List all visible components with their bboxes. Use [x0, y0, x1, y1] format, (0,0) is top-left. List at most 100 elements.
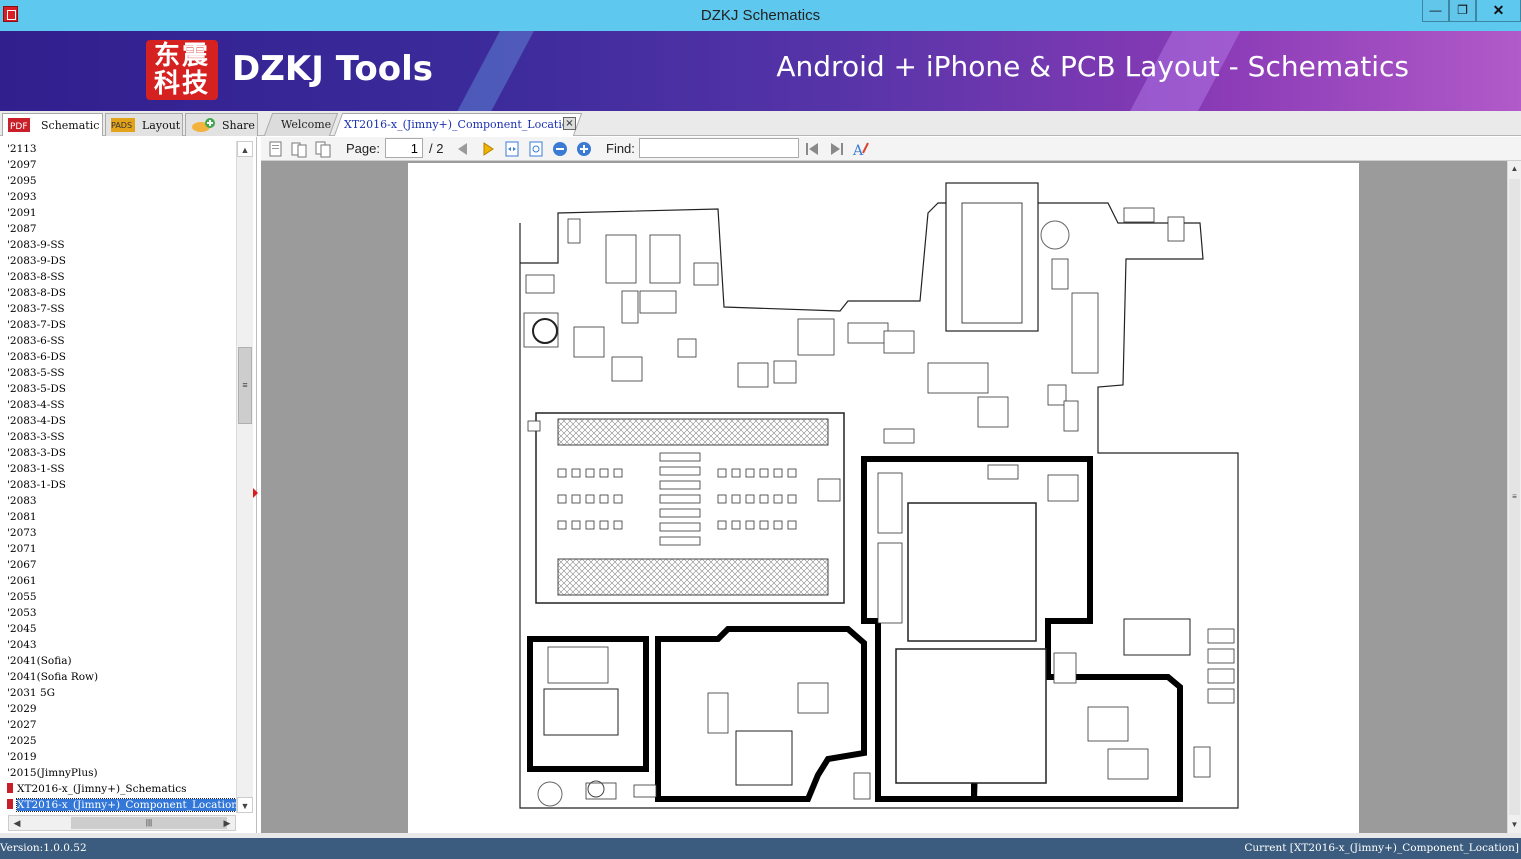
tab-schematic[interactable]: PDF Schematic — [2, 113, 103, 136]
file-list-item[interactable]: '2113 — [0, 141, 236, 157]
previous-page-icon[interactable] — [454, 140, 472, 158]
file-list-item[interactable]: '2083-9-SS — [0, 237, 236, 253]
file-list-item[interactable]: '2027 — [0, 717, 236, 733]
file-list-item[interactable]: '2083-4-SS — [0, 397, 236, 413]
two-page-icon[interactable] — [290, 140, 308, 158]
file-list-item-label: '2029 — [7, 703, 37, 715]
file-list-item[interactable]: '2025 — [0, 733, 236, 749]
zoom-in-icon[interactable] — [575, 140, 593, 158]
file-list-item[interactable]: '2087 — [0, 221, 236, 237]
file-list-item[interactable]: '2081 — [0, 509, 236, 525]
tab-schematic-label: Schematic — [41, 119, 100, 132]
file-list-item[interactable]: '2083-7-DS — [0, 317, 236, 333]
file-list-item[interactable]: '2097 — [0, 157, 236, 173]
document-viewer[interactable] — [261, 161, 1507, 833]
file-list-item[interactable]: '2041(Sofia Row) — [0, 669, 236, 685]
soc-chip — [907, 502, 1037, 642]
close-tab-icon[interactable]: × — [563, 117, 576, 130]
file-list-item-label: '2083-7-SS — [7, 303, 65, 315]
file-list-item[interactable]: '2083-4-DS — [0, 413, 236, 429]
file-list-item[interactable]: '2083-1-DS — [0, 477, 236, 493]
file-list-item-label: '2097 — [7, 159, 37, 171]
file-list-item-label: '2053 — [7, 607, 37, 619]
tab-welcome[interactable]: Welcome — [263, 113, 339, 136]
file-list-item[interactable]: '2083-9-DS — [0, 253, 236, 269]
file-list-item[interactable]: '2073 — [0, 525, 236, 541]
file-list-item-label: '2083-4-SS — [7, 399, 65, 411]
file-list-item[interactable]: '2093 — [0, 189, 236, 205]
fit-width-icon[interactable] — [503, 140, 521, 158]
scroll-right-icon[interactable]: ▶ — [219, 816, 235, 830]
find-next-icon[interactable] — [828, 140, 846, 158]
splitter-collapse-icon[interactable] — [253, 488, 258, 498]
file-list-vertical-scrollbar[interactable]: ▲ ≡ ▼ — [236, 141, 253, 813]
scroll-thumb[interactable]: ≡ — [238, 347, 252, 424]
file-list-item[interactable]: '2083-5-DS — [0, 381, 236, 397]
file-list-item[interactable]: '2029 — [0, 701, 236, 717]
zoom-out-icon[interactable] — [551, 140, 569, 158]
pdf-file-icon — [7, 783, 13, 793]
file-list-item[interactable]: '2083-1-SS — [0, 461, 236, 477]
file-list-item-label: '2081 — [7, 511, 37, 523]
file-list-item[interactable]: '2091 — [0, 205, 236, 221]
pdf-icon: PDF — [8, 118, 30, 132]
page-number-input[interactable] — [385, 138, 423, 158]
file-list-item[interactable]: '2043 — [0, 637, 236, 653]
file-list-item[interactable]: '2083-8-SS — [0, 269, 236, 285]
file-list-item[interactable]: '2083-6-SS — [0, 333, 236, 349]
find-input[interactable] — [639, 138, 799, 158]
scroll-down-icon[interactable]: ▼ — [1508, 817, 1521, 833]
file-list-item[interactable]: '2019 — [0, 749, 236, 765]
file-list-item[interactable]: '2041(Sofia) — [0, 653, 236, 669]
file-list-horizontal-scrollbar[interactable]: ◀ ||| ▶ — [8, 815, 236, 831]
scroll-thumb[interactable]: ≡ — [1509, 179, 1520, 815]
file-list-item[interactable]: '2053 — [0, 605, 236, 621]
scroll-left-icon[interactable]: ◀ — [9, 816, 25, 830]
maximize-button[interactable]: ❐ — [1449, 0, 1476, 22]
file-list-item[interactable]: '2083-6-DS — [0, 349, 236, 365]
tab-layout[interactable]: PADS Layout — [105, 113, 183, 136]
file-list-item[interactable]: '2071 — [0, 541, 236, 557]
tab-component-location[interactable]: XT2016-x_(Jimny+)_Component_Location — [333, 113, 583, 136]
file-list-item-label: '2083-3-DS — [7, 447, 66, 459]
banner-tagline: Android + iPhone & PCB Layout - Schemati… — [776, 50, 1409, 83]
file-list-item-label: '2083-6-DS — [7, 351, 66, 363]
page-total: / 2 — [429, 141, 444, 156]
fit-page-icon[interactable] — [527, 140, 545, 158]
file-list-item-label: '2067 — [7, 559, 37, 571]
viewer-vertical-scrollbar[interactable]: ▲ ≡ ▼ — [1507, 161, 1521, 833]
file-list-item[interactable]: '2083-8-DS — [0, 285, 236, 301]
single-page-icon[interactable] — [267, 140, 285, 158]
highlight-text-icon[interactable]: A — [852, 140, 870, 158]
scroll-up-icon[interactable]: ▲ — [237, 141, 253, 157]
tab-component-location-label: XT2016-x_(Jimny+)_Component_Location — [344, 118, 576, 131]
file-list-item-label: '2113 — [7, 143, 37, 155]
scroll-thumb[interactable]: ||| — [71, 817, 227, 829]
file-list-item[interactable]: '2083-5-SS — [0, 365, 236, 381]
file-list-item[interactable]: XT2016-x_(Jimny+)_Component_Location — [0, 797, 236, 813]
file-list-item[interactable]: '2055 — [0, 589, 236, 605]
file-list-item[interactable]: '2083-3-DS — [0, 445, 236, 461]
file-list-item[interactable]: '2045 — [0, 621, 236, 637]
brand-name: DZKJ Tools — [232, 49, 433, 89]
scroll-up-icon[interactable]: ▲ — [1508, 161, 1521, 177]
file-list-item[interactable]: '2095 — [0, 173, 236, 189]
minimize-button[interactable]: — — [1422, 0, 1449, 22]
find-previous-icon[interactable] — [803, 140, 821, 158]
file-list-item[interactable]: XT2016-x_(Jimny+)_Schematics — [0, 781, 236, 797]
file-list-item[interactable]: '2083-3-SS — [0, 429, 236, 445]
close-button[interactable]: ✕ — [1476, 0, 1521, 22]
file-list-item-label: '2041(Sofia Row) — [7, 671, 99, 683]
status-bar: Version:1.0.0.52 Current [XT2016-x_(Jimn… — [0, 838, 1521, 859]
file-list[interactable]: '2113 '2097 '2095 '2093 '2091 '2087 '2083-9-SS… — [0, 141, 236, 813]
scroll-down-icon[interactable]: ▼ — [237, 797, 253, 813]
tab-share[interactable]: Share — [185, 113, 258, 136]
file-list-item[interactable]: '2031 5G — [0, 685, 236, 701]
continuous-page-icon[interactable] — [314, 140, 332, 158]
file-list-item[interactable]: '2061 — [0, 573, 236, 589]
file-list-item[interactable]: '2015(JimnyPlus) — [0, 765, 236, 781]
file-list-item[interactable]: '2067 — [0, 557, 236, 573]
next-page-icon[interactable] — [479, 140, 497, 158]
file-list-item[interactable]: '2083 — [0, 493, 236, 509]
file-list-item[interactable]: '2083-7-SS — [0, 301, 236, 317]
